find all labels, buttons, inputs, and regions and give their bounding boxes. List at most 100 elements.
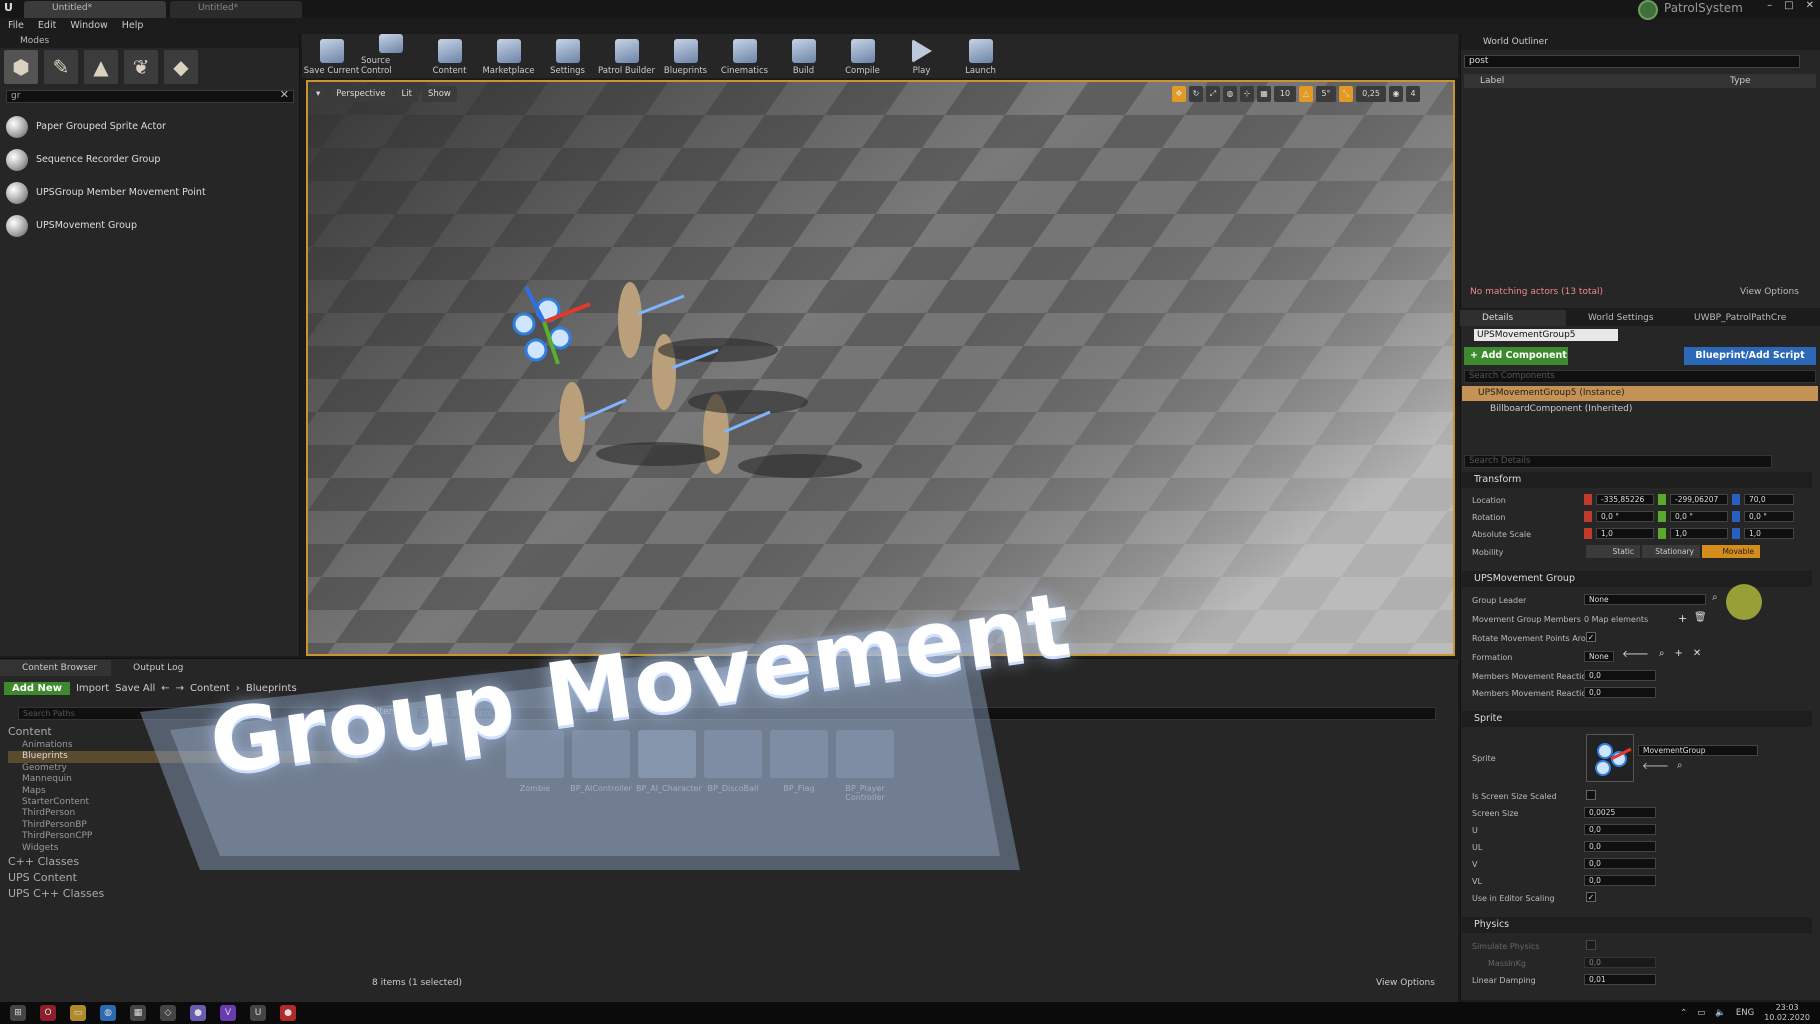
patrol-builder-button[interactable]: Patrol Builder <box>597 34 656 78</box>
menu-help[interactable]: Help <box>122 18 144 34</box>
save-current-button[interactable]: Save Current <box>302 34 361 78</box>
foliage-mode-icon[interactable]: ❦ <box>124 50 158 84</box>
camera-speed[interactable]: 4 <box>1406 86 1420 102</box>
add-component-button[interactable]: + Add Component <box>1464 347 1568 365</box>
compile-button[interactable]: Compile <box>833 34 892 78</box>
level-tab-1[interactable]: Untitled* <box>24 1 166 18</box>
unreal-icon[interactable]: U <box>250 1005 266 1021</box>
settings-button[interactable]: Settings <box>538 34 597 78</box>
build-button[interactable]: Build <box>774 34 833 78</box>
browse-icon[interactable]: ⌕ <box>1659 648 1665 660</box>
content-button[interactable]: Content <box>420 34 479 78</box>
tab-world-settings[interactable]: World Settings <box>1566 310 1672 326</box>
geometry-mode-icon[interactable]: ◆ <box>164 50 198 84</box>
scale-z[interactable]: 1,0 <box>1744 528 1794 539</box>
add-icon[interactable]: + <box>1674 648 1682 660</box>
trash-icon[interactable]: 🗑 <box>1694 612 1707 623</box>
column-label[interactable]: Label <box>1480 74 1504 88</box>
formation-select[interactable]: None <box>1584 651 1614 662</box>
arrow-left-icon[interactable]: 🡐 <box>1622 648 1649 660</box>
level-tab-2[interactable]: Untitled* <box>170 1 302 18</box>
import-button[interactable]: Import <box>76 683 109 694</box>
language-indicator[interactable]: ENG <box>1736 1008 1754 1018</box>
rotation-y[interactable]: 0,0 ° <box>1670 511 1728 522</box>
linear-damping-field[interactable]: 0,01 <box>1584 974 1656 985</box>
mobility-stationary[interactable]: Stationary <box>1642 545 1700 558</box>
mobility-static[interactable]: Static <box>1586 545 1640 558</box>
media-icon[interactable]: ● <box>190 1005 206 1021</box>
editor-scaling-checkbox[interactable]: ✓ <box>1586 892 1596 902</box>
level-viewport[interactable] <box>306 80 1455 656</box>
network-icon[interactable]: ▭ <box>1697 1008 1705 1018</box>
component-instance[interactable]: UPSMovementGroup5 (Instance) <box>1462 386 1818 401</box>
outliner-view-options[interactable]: View Options <box>1740 287 1799 297</box>
tree-item[interactable]: UPS C++ Classes <box>8 886 358 902</box>
location-label[interactable]: Location <box>1472 496 1506 505</box>
object-name-field[interactable]: UPSMovementGroup5 <box>1474 329 1618 341</box>
surface-snap-icon[interactable]: ⊹ <box>1240 86 1254 102</box>
sprite-asset-select[interactable]: MovementGroup <box>1638 745 1758 756</box>
place-mode-icon[interactable]: ⬢ <box>4 50 38 84</box>
clock[interactable]: 23:03 10.02.2020 <box>1764 1003 1810 1023</box>
clear-icon[interactable]: ✕ <box>1693 648 1701 660</box>
reaction-field-1[interactable]: 0,0 <box>1584 670 1656 681</box>
mass-field[interactable]: 0,0 <box>1584 957 1656 968</box>
location-y[interactable]: -299,06207 <box>1670 494 1728 505</box>
add-new-button[interactable]: Add New <box>4 682 70 695</box>
list-item[interactable]: Sequence Recorder Group <box>6 143 294 176</box>
app-icon[interactable]: ◇ <box>160 1005 176 1021</box>
scale-label[interactable]: Absolute Scale <box>1472 530 1531 539</box>
group-leader-select[interactable]: None <box>1584 594 1706 605</box>
source-control-button[interactable]: Source Control <box>361 34 420 78</box>
use-selected-icon[interactable]: 🡐 <box>1642 760 1669 772</box>
paint-mode-icon[interactable]: ✎ <box>44 50 78 84</box>
menu-edit[interactable]: Edit <box>38 18 56 34</box>
minimize-icon[interactable]: – <box>1767 0 1772 11</box>
ul-field[interactable]: 0,0 <box>1584 841 1656 852</box>
rotate-points-checkbox[interactable]: ✓ <box>1586 632 1596 642</box>
list-item[interactable]: UPSMovement Group <box>6 209 294 242</box>
v-field[interactable]: 0,0 <box>1584 858 1656 869</box>
rotation-z[interactable]: 0,0 ° <box>1744 511 1794 522</box>
record-icon[interactable]: ● <box>280 1005 296 1021</box>
screen-size-field[interactable]: 0,0025 <box>1584 807 1656 818</box>
launch-button[interactable]: Launch <box>951 34 1010 78</box>
sprite-section[interactable]: Sprite <box>1462 711 1812 727</box>
chevron-up-icon[interactable]: ⌃ <box>1680 1008 1687 1018</box>
perspective-button[interactable]: Perspective <box>330 86 392 102</box>
close-icon[interactable]: ✕ <box>1806 0 1814 11</box>
movement-group-section[interactable]: UPSMovement Group <box>1462 571 1812 587</box>
viewport-menu-button[interactable]: ▾ <box>310 86 327 102</box>
browse-icon[interactable]: ⌕ <box>1712 592 1718 603</box>
scale-y[interactable]: 1,0 <box>1670 528 1728 539</box>
component-billboard[interactable]: BillboardComponent (Inherited) <box>1476 404 1632 414</box>
browser-icon[interactable]: ◍ <box>100 1005 116 1021</box>
reaction-field-2[interactable]: 0,0 <box>1584 687 1656 698</box>
clear-search-icon[interactable]: ✕ <box>280 89 289 100</box>
search-components-input[interactable]: Search Components <box>1464 370 1816 383</box>
add-element-icon[interactable]: + <box>1678 612 1687 625</box>
scale-x[interactable]: 1,0 <box>1596 528 1654 539</box>
lit-button[interactable]: Lit <box>395 86 418 102</box>
outliner-search-input[interactable]: post <box>1464 55 1800 68</box>
blueprints-button[interactable]: Blueprints <box>656 34 715 78</box>
cinematics-button[interactable]: Cinematics <box>715 34 774 78</box>
tab-widget[interactable]: UWBP_PatrolPathCre <box>1672 310 1796 326</box>
content-view-options[interactable]: View Options <box>1376 978 1435 988</box>
tab-details[interactable]: Details <box>1460 310 1566 326</box>
location-z[interactable]: 70,0 <box>1744 494 1794 505</box>
angle-size[interactable]: 5° <box>1316 86 1336 102</box>
list-item[interactable]: Paper Grouped Sprite Actor <box>6 110 294 143</box>
camera-speed-icon[interactable]: ◉ <box>1389 86 1403 102</box>
translate-icon[interactable]: ✥ <box>1172 86 1186 102</box>
angle-snap-icon[interactable]: △ <box>1299 86 1313 102</box>
rotation-label[interactable]: Rotation <box>1472 513 1505 522</box>
screen-size-scaled-checkbox[interactable] <box>1586 790 1596 800</box>
simulate-physics-checkbox[interactable] <box>1586 940 1596 950</box>
u-field[interactable]: 0,0 <box>1584 824 1656 835</box>
tree-item[interactable]: UPS Content <box>8 870 358 886</box>
windows-start-icon[interactable]: ⊞ <box>10 1005 26 1021</box>
search-details-input[interactable]: Search Details <box>1464 455 1772 468</box>
menu-window[interactable]: Window <box>70 18 107 34</box>
physics-section[interactable]: Physics <box>1462 917 1812 933</box>
